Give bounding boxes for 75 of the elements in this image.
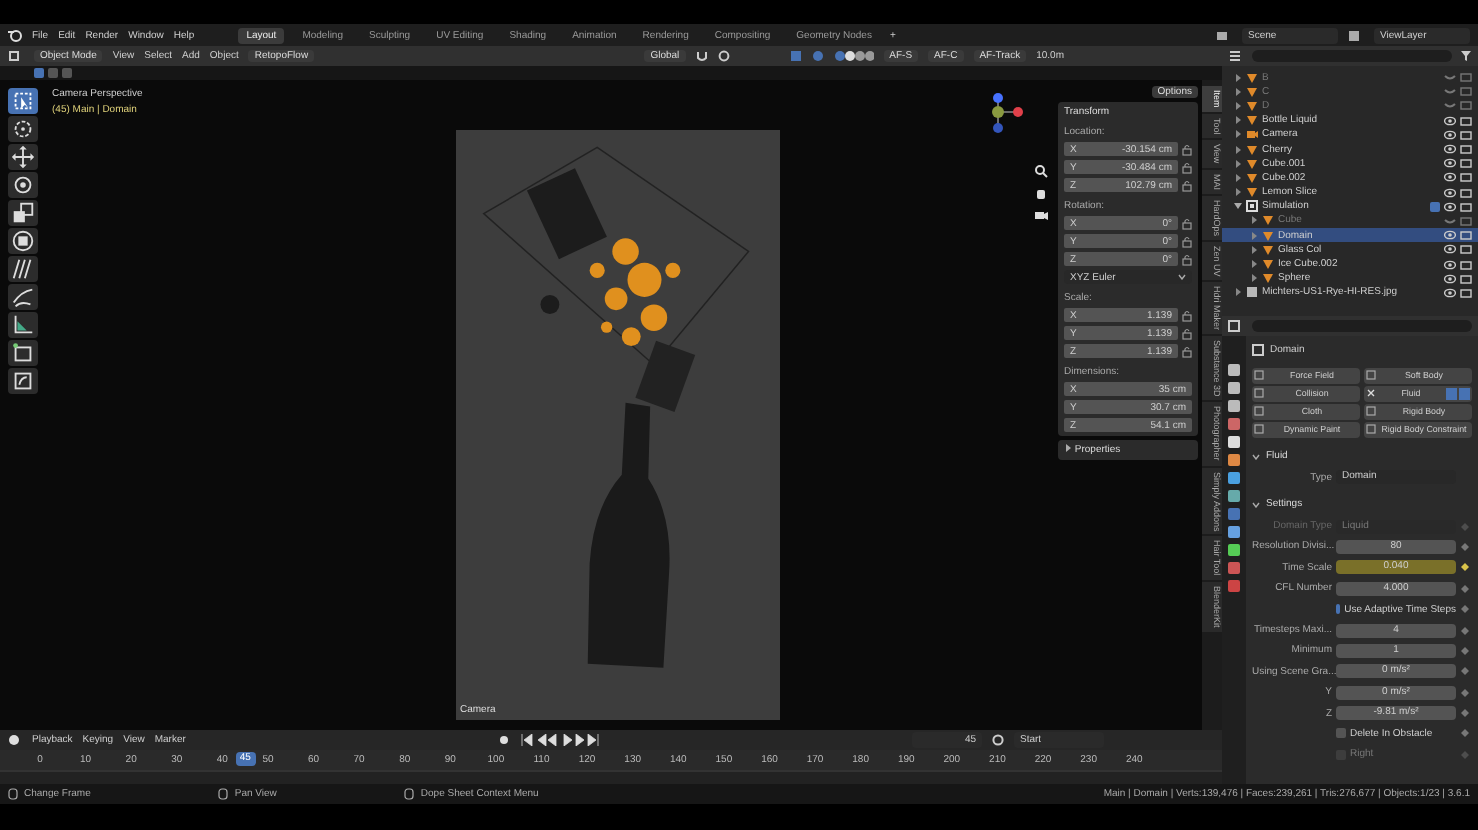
eye-icon — [1444, 172, 1456, 183]
mouse-icon — [8, 788, 18, 800]
annotate-tool-icon — [10, 256, 36, 282]
eye-icon — [1444, 287, 1456, 298]
collection-box-icon — [1246, 200, 1258, 213]
view-layer-icon — [1348, 29, 1364, 41]
gizmo-toggle-icon — [789, 50, 802, 62]
eye-icon — [1444, 144, 1456, 155]
tool-button[interactable] — [8, 256, 38, 282]
close-icon — [1366, 388, 1376, 399]
lock-icon — [1182, 143, 1192, 155]
tool-button[interactable] — [8, 116, 38, 142]
visibility-toggles-icon — [1446, 387, 1470, 400]
image-icon — [1246, 286, 1258, 299]
cursor-tool-icon — [10, 116, 36, 142]
checkbox[interactable] — [1336, 604, 1341, 615]
eye-icon — [1444, 259, 1456, 270]
transform-tool-icon — [10, 228, 36, 254]
proportional-edit-icon — [717, 50, 730, 62]
collapsed-arrow-icon — [1064, 444, 1072, 452]
tool-button[interactable] — [8, 340, 38, 366]
include-checkbox[interactable] — [1430, 201, 1440, 212]
scale-tool-icon — [10, 200, 36, 226]
extra-tool-icon — [10, 368, 36, 394]
filter-icon — [1460, 50, 1472, 62]
tool-button[interactable] — [8, 284, 38, 310]
mouse-icon — [218, 788, 229, 800]
tool-button[interactable] — [8, 312, 38, 338]
editor-type-icon — [8, 50, 24, 62]
tool-button[interactable] — [8, 88, 38, 114]
physics-icon — [1366, 370, 1376, 381]
overlay-toggle-icon — [811, 50, 824, 62]
lock-icon — [1182, 235, 1192, 247]
zoom-magnifier-icon — [1034, 164, 1048, 178]
checkbox[interactable] — [1336, 728, 1346, 739]
move-tool-icon — [10, 144, 36, 170]
scene-icon — [1216, 29, 1232, 41]
lock-icon — [1182, 309, 1192, 321]
measure-tool-icon — [10, 312, 36, 338]
eye-icon — [1444, 158, 1456, 169]
mouse-icon — [404, 788, 415, 800]
eye-icon — [1444, 244, 1456, 255]
object-icon — [1252, 343, 1264, 355]
camera-icon — [1246, 128, 1258, 141]
shading-mode-icon — [833, 50, 874, 62]
tool-button[interactable] — [8, 144, 38, 170]
tool-button[interactable] — [8, 172, 38, 198]
eye-icon — [1444, 230, 1456, 241]
draw-tool-icon — [10, 284, 36, 310]
record-icon — [497, 734, 510, 746]
camera-view-icon — [1034, 208, 1048, 222]
lock-icon — [1182, 179, 1192, 191]
eye-icon — [1444, 115, 1456, 126]
eye-icon — [1444, 129, 1456, 140]
lock-icon — [1182, 217, 1192, 229]
add-cube-tool-icon — [10, 340, 36, 366]
lock-icon — [1182, 161, 1192, 173]
tool-button[interactable] — [8, 200, 38, 226]
tool-button[interactable] — [8, 228, 38, 254]
eye-icon — [1444, 187, 1456, 198]
closed-eye-icon — [1444, 215, 1456, 226]
stopwatch-icon — [992, 734, 1004, 746]
eye-icon — [1444, 201, 1456, 212]
tool-button[interactable] — [8, 368, 38, 394]
lock-icon — [1182, 253, 1192, 265]
lock-icon — [1182, 345, 1192, 357]
playback-controls-icon — [519, 734, 600, 746]
rotate-tool-icon — [10, 172, 36, 198]
clock-icon — [8, 734, 22, 746]
eye-icon — [1444, 273, 1456, 284]
editor-type-icon — [1228, 320, 1244, 332]
display-mode-icon — [1228, 50, 1244, 62]
snap-magnet-icon — [695, 50, 708, 62]
lock-icon — [1182, 327, 1192, 339]
select-tool-icon — [10, 88, 36, 114]
